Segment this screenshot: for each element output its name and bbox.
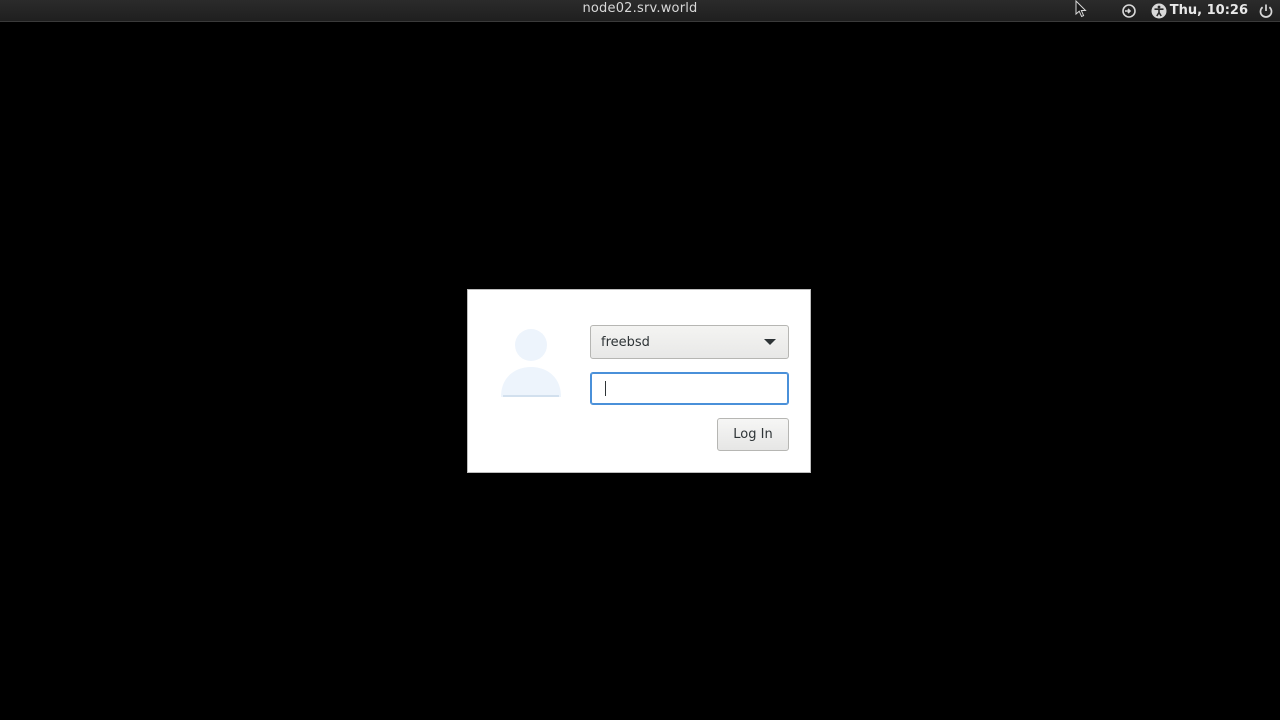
session-icon[interactable]: [1118, 0, 1140, 21]
chevron-down-icon: [764, 339, 776, 345]
mouse-pointer-icon: [1075, 0, 1087, 22]
password-input[interactable]: [590, 372, 789, 405]
login-dialog: freebsd Log In: [467, 289, 811, 473]
hostname-label: node02.srv.world: [582, 1, 698, 16]
user-select-dropdown[interactable]: freebsd: [590, 325, 789, 359]
login-button[interactable]: Log In: [717, 418, 789, 451]
user-select-value: freebsd: [601, 334, 650, 350]
top-bar: node02.srv.world Thu, 10:26: [0, 0, 1280, 22]
accessibility-icon[interactable]: [1150, 0, 1168, 21]
power-icon[interactable]: [1256, 0, 1276, 21]
user-avatar-icon: [499, 327, 563, 401]
system-tray[interactable]: Thu, 10:26: [1118, 0, 1280, 21]
text-caret: [605, 381, 606, 396]
clock[interactable]: Thu, 10:26: [1170, 3, 1248, 18]
